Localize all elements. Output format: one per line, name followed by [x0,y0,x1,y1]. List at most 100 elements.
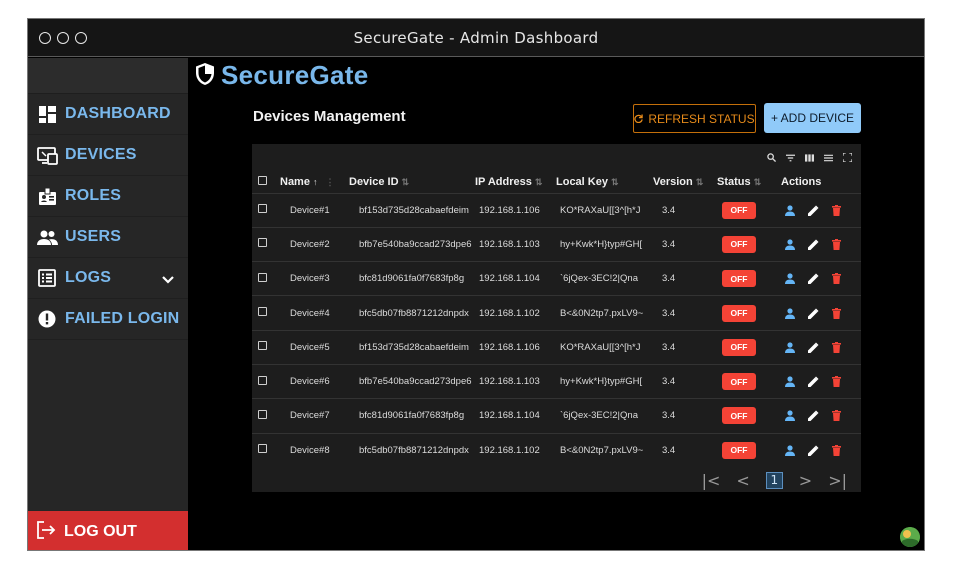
sidebar-item-roles[interactable]: ROLES [28,176,188,217]
status-toggle-button[interactable]: OFF [722,270,756,288]
current-page-button[interactable]: 1 [765,471,783,489]
sort-icon[interactable]: ⇅ [696,177,704,187]
assign-user-icon[interactable] [785,273,795,285]
edit-icon[interactable] [808,445,819,456]
ip-address-cell: 192.168.1.106 [475,329,556,365]
assign-user-icon[interactable] [785,307,795,319]
column-header-local-key[interactable]: Local Key ⇅ [556,171,653,193]
maximize-window-button[interactable] [75,32,87,44]
sort-icon[interactable]: ⇅ [611,177,619,187]
table-row[interactable]: Device#2 bfb7e540ba9ccad273dpe6 192.168.… [252,226,861,262]
assign-user-icon[interactable] [785,376,795,388]
assign-user-icon[interactable] [785,239,795,250]
table-row[interactable]: Device#3 bfc81d9061fa0f7683fp8g 192.168.… [252,261,861,296]
column-header-device-id[interactable]: Device ID ⇅ [349,171,475,193]
table-row[interactable]: Device#1 bf153d735d28cabaefdeim 192.168.… [252,192,861,228]
actions-cell [775,432,861,468]
delete-icon[interactable] [832,204,841,216]
column-header-ip-address[interactable]: IP Address ⇅ [475,171,556,193]
column-menu-icon[interactable]: ⋮ [321,177,335,187]
row-checkbox[interactable] [258,272,267,282]
edit-icon[interactable] [808,308,819,319]
column-header-name[interactable]: Name ↑ ⋮ [280,171,349,193]
window-title: SecureGate - Admin Dashboard [353,28,599,47]
logout-button[interactable]: LOG OUT [28,511,188,550]
status-cell: OFF [717,432,775,468]
status-toggle-button[interactable]: OFF [722,235,756,253]
select-cell [252,295,280,331]
delete-icon[interactable] [832,410,841,422]
status-toggle-button[interactable]: OFF [722,407,756,425]
status-toggle-button[interactable]: OFF [722,201,756,219]
row-checkbox[interactable] [258,204,267,214]
status-toggle-button[interactable]: OFF [722,304,756,322]
row-checkbox[interactable] [258,307,267,317]
sidebar-item-logs[interactable]: LOGS [28,258,188,299]
delete-icon[interactable] [832,273,841,285]
status-toggle-button[interactable]: OFF [722,338,756,356]
row-checkbox[interactable] [258,409,267,419]
delete-icon[interactable] [832,238,841,250]
roles-icon [36,185,58,207]
close-window-button[interactable] [39,32,51,44]
title-bar: SecureGate - Admin Dashboard [28,19,924,57]
sort-icon[interactable]: ⇅ [402,177,410,187]
last-page-button[interactable]: >| [828,471,847,490]
row-checkbox[interactable] [258,444,267,454]
users-icon [36,226,58,248]
table-row[interactable]: Device#5 bf153d735d28cabaefdeim 192.168.… [252,329,861,365]
assign-user-icon[interactable] [785,342,795,353]
refresh-status-button[interactable]: REFRESH STATUS [633,104,756,133]
assign-user-icon[interactable] [785,410,795,422]
next-page-button[interactable]: > [799,471,812,490]
delete-icon[interactable] [832,444,841,456]
avatar[interactable] [900,527,920,547]
table-row[interactable]: Device#6 bfb7e540ba9ccad273dpe6 192.168.… [252,363,861,399]
column-header-version[interactable]: Version ⇅ [653,171,717,193]
add-device-button[interactable]: + ADD DEVICE [764,103,861,133]
first-page-button[interactable]: |< [702,471,721,490]
chevron-down-icon[interactable] [162,269,174,288]
assign-user-icon[interactable] [785,445,795,456]
edit-icon[interactable] [808,410,819,422]
sidebar-item-dashboard[interactable]: DASHBOARD [28,94,188,135]
sort-ascending-icon[interactable]: ↑ [313,177,318,187]
fullscreen-icon[interactable] [842,153,852,163]
select-all-checkbox[interactable] [258,175,267,185]
logs-icon [36,267,58,289]
previous-page-button[interactable]: < [736,471,749,490]
sidebar-item-devices[interactable]: DEVICES [28,135,188,176]
edit-icon[interactable] [808,376,819,388]
table-row[interactable]: Device#8 bfc5db07fb8871212dnpdx 192.168.… [252,432,861,468]
status-cell: OFF [717,398,775,434]
sidebar-item-failed-login[interactable]: FAILED LOGIN [28,299,188,340]
sort-icon[interactable]: ⇅ [535,177,543,187]
edit-icon[interactable] [808,205,819,216]
edit-icon[interactable] [808,273,819,285]
table-row[interactable]: Device#7 bfc81d9061fa0f7683fp8g 192.168.… [252,398,861,434]
version-cell: 3.4 [653,329,717,365]
edit-icon[interactable] [808,342,819,353]
density-icon[interactable] [823,153,833,163]
row-checkbox[interactable] [258,341,267,351]
filter-icon[interactable] [785,153,795,163]
delete-icon[interactable] [832,307,841,319]
columns-icon[interactable] [804,153,814,163]
status-toggle-button[interactable]: OFF [722,441,756,459]
device-id-cell: bf153d735d28cabaefdeim [349,192,475,228]
column-header-status[interactable]: Status ⇅ [717,171,775,193]
sort-icon[interactable]: ⇅ [754,177,762,187]
row-checkbox[interactable] [258,238,267,248]
minimize-window-button[interactable] [57,32,69,44]
assign-user-icon[interactable] [785,205,795,216]
delete-icon[interactable] [832,376,841,388]
row-checkbox[interactable] [258,375,267,385]
table-row[interactable]: Device#4 bfc5db07fb8871212dnpdx 192.168.… [252,295,861,331]
version-cell: 3.4 [653,363,717,399]
status-toggle-button[interactable]: OFF [722,373,756,391]
edit-icon[interactable] [808,239,819,250]
sidebar-item-users[interactable]: USERS [28,217,188,258]
search-icon[interactable] [766,153,776,163]
delete-icon[interactable] [832,341,841,353]
window-controls [39,32,87,44]
